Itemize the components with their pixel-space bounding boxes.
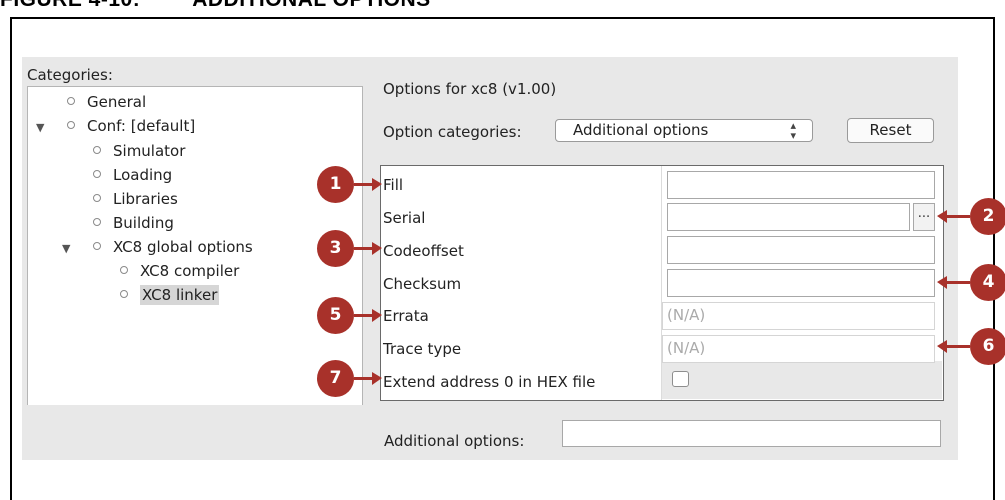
codeoffset-label: Codeoffset: [383, 242, 464, 260]
tree-item-label: Building: [113, 214, 174, 232]
extend-address-label: Extend address 0 in HEX file: [383, 373, 596, 391]
tree-item-xc8-compiler[interactable]: XC8 compiler: [120, 262, 239, 280]
expanded-triangle-icon[interactable]: ▼: [62, 242, 70, 255]
tree-item-label: XC8 linker: [140, 285, 220, 305]
node-bullet-icon: [67, 97, 75, 105]
tree-item-label: XC8 compiler: [140, 262, 240, 280]
callout-badge: 2: [970, 198, 1005, 235]
option-categories-label: Option categories:: [383, 123, 522, 141]
tree-item-simulator[interactable]: Simulator: [93, 142, 185, 160]
callout-badge: 7: [317, 360, 354, 397]
callout-arrow: [937, 340, 970, 353]
callout-badge: 5: [317, 297, 354, 334]
tree-item-loading[interactable]: Loading: [93, 166, 172, 184]
figure-name: ADDITIONAL OPTIONS: [192, 0, 430, 11]
codeoffset-input[interactable]: [667, 236, 935, 264]
figure-title: FIGURE 4-10: ADDITIONAL OPTIONS: [0, 0, 431, 12]
node-bullet-icon: [93, 146, 101, 154]
tree-item-label: Loading: [113, 166, 173, 184]
callout-arrow: [354, 309, 382, 322]
expanded-triangle-icon[interactable]: ▼: [36, 121, 44, 134]
callout-arrow: [354, 178, 382, 191]
tree-item-xc8-linker[interactable]: XC8 linker: [120, 285, 220, 305]
node-bullet-icon: [120, 266, 128, 274]
tree-item-label: XC8 global options: [113, 238, 253, 256]
tree-item-conf-default[interactable]: Conf: [default]: [67, 117, 195, 135]
errata-input: (N/A): [662, 302, 935, 330]
fill-input[interactable]: [667, 171, 935, 199]
tree-item-label: Simulator: [113, 142, 186, 160]
node-bullet-icon: [93, 170, 101, 178]
checksum-input[interactable]: [667, 269, 935, 297]
categories-label: Categories:: [27, 66, 113, 84]
trace-type-input: (N/A): [662, 335, 935, 363]
figure-number: FIGURE 4-10:: [0, 0, 140, 11]
tree-item-label: Conf: [default]: [87, 117, 196, 135]
callout-arrow: [354, 372, 382, 385]
serial-browse-button[interactable]: ...: [913, 203, 935, 231]
callout-arrow: [937, 210, 970, 223]
additional-options-label: Additional options:: [384, 432, 525, 450]
callout-arrow: [354, 242, 382, 255]
callout-badge: 4: [970, 264, 1005, 301]
option-categories-value: Additional options: [573, 121, 709, 139]
node-bullet-icon: [120, 290, 128, 298]
callout-arrow: [937, 276, 970, 289]
tree-item-label: Libraries: [113, 190, 178, 208]
node-bullet-icon: [93, 218, 101, 226]
additional-options-input[interactable]: [562, 420, 941, 447]
tree-item-libraries[interactable]: Libraries: [93, 190, 178, 208]
callout-badge: 3: [317, 230, 354, 267]
node-bullet-icon: [93, 194, 101, 202]
extend-address-checkbox[interactable]: [672, 371, 689, 387]
options-title: Options for xc8 (v1.00): [383, 80, 557, 98]
tree-item-label: General: [87, 93, 147, 111]
node-bullet-icon: [67, 121, 75, 129]
fill-label: Fill: [383, 176, 404, 194]
callout-badge: 6: [970, 328, 1005, 365]
select-arrows-icon: ▴ ▾: [790, 119, 796, 142]
callout-badge: 1: [317, 166, 354, 203]
node-bullet-icon: [93, 242, 101, 250]
option-categories-select[interactable]: Additional options ▴ ▾: [555, 119, 813, 142]
tree-item-xc8-global-options[interactable]: XC8 global options: [93, 238, 253, 256]
tree-item-building[interactable]: Building: [93, 214, 174, 232]
reset-button[interactable]: Reset: [847, 118, 934, 143]
checksum-label: Checksum: [383, 275, 462, 293]
checkbox-row-shade: [662, 361, 942, 399]
errata-label: Errata: [383, 307, 429, 325]
serial-input[interactable]: [667, 203, 910, 231]
serial-label: Serial: [383, 209, 426, 227]
trace-type-label: Trace type: [383, 340, 462, 358]
tree-item-general[interactable]: General: [67, 93, 146, 111]
